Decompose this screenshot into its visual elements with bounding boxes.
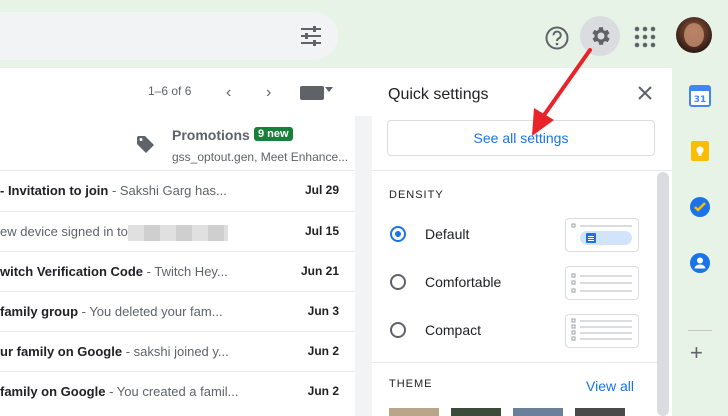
density-comfortable-label[interactable]: Comfortable: [425, 274, 501, 290]
search-bar[interactable]: [0, 12, 338, 60]
pagination-range: 1–6 of 6: [148, 84, 192, 98]
tag-icon: [137, 136, 154, 153]
email-subject: family on Google: [0, 384, 106, 399]
next-page-icon[interactable]: ›: [266, 84, 271, 102]
promotions-new-badge: 9 new: [254, 127, 293, 141]
email-snippet: - You deleted your fam...: [78, 304, 223, 319]
theme-thumbnails[interactable]: [389, 408, 649, 416]
input-tools-dropdown-icon[interactable]: [325, 87, 333, 92]
email-row[interactable]: family group - You deleted your fam... J…: [0, 291, 355, 332]
annotation-arrow-icon: [532, 48, 592, 136]
divider: [372, 362, 657, 363]
density-comfortable-preview[interactable]: [565, 266, 639, 300]
previous-page-icon[interactable]: ‹: [226, 84, 231, 102]
mail-list-scrollbar[interactable]: [355, 116, 372, 416]
email-date: Jul 29: [304, 183, 339, 197]
email-row[interactable]: witch Verification Code - Twitch Hey... …: [0, 251, 355, 292]
email-date: Jun 2: [307, 384, 339, 398]
email-date: Jun 3: [307, 304, 339, 318]
apps-grid-icon[interactable]: [634, 26, 656, 48]
email-date: Jul 15: [304, 224, 339, 238]
account-avatar[interactable]: [676, 17, 712, 53]
email-row[interactable]: - Invitation to join - Sakshi Garg has..…: [0, 170, 355, 211]
density-section-label: DENSITY: [389, 189, 444, 201]
redacted-text: [127, 224, 228, 241]
email-snippet: - Twitch Hey...: [143, 264, 228, 279]
calendar-icon[interactable]: 31: [689, 85, 711, 107]
add-addon-icon[interactable]: +: [690, 340, 703, 366]
contacts-icon[interactable]: [689, 252, 711, 274]
email-subject: ur family on Google: [0, 344, 123, 359]
email-date: Jun 2: [307, 344, 339, 358]
email-subject: witch Verification Code: [0, 264, 144, 279]
quick-settings-scrollbar[interactable]: [657, 172, 669, 416]
email-snippet: - Sakshi Garg has...: [108, 183, 227, 198]
promotions-senders: gss_optout.gen, Meet Enhance...: [172, 150, 349, 164]
email-snippet: - sakshi joined y...: [122, 344, 229, 359]
email-snippet: ew device signed in to: [0, 224, 128, 239]
search-options-icon[interactable]: [300, 26, 322, 46]
email-row[interactable]: ur family on Google - sakshi joined y...…: [0, 331, 355, 372]
email-row[interactable]: ew device signed in to Jul 15: [0, 211, 355, 252]
density-comfortable-radio[interactable]: [390, 274, 406, 290]
density-default-preview[interactable]: [565, 218, 639, 252]
density-default-label[interactable]: Default: [425, 226, 469, 242]
keyboard-icon[interactable]: [300, 86, 324, 100]
keep-icon[interactable]: [689, 140, 711, 162]
theme-section-label: THEME: [389, 378, 433, 390]
divider: [372, 170, 672, 171]
tasks-icon[interactable]: [689, 196, 711, 218]
email-date: Jun 21: [300, 264, 339, 278]
density-compact-preview[interactable]: [565, 314, 639, 348]
svg-text:31: 31: [694, 95, 707, 105]
email-subject: - Invitation to join: [0, 183, 109, 198]
close-icon[interactable]: [636, 84, 654, 102]
email-subject: family group: [0, 304, 79, 319]
quick-settings-title: Quick settings: [388, 86, 489, 103]
view-all-themes-link[interactable]: View all: [586, 378, 634, 394]
email-row[interactable]: family on Google - You created a famil..…: [0, 371, 355, 412]
density-default-radio[interactable]: [390, 226, 406, 242]
density-compact-label[interactable]: Compact: [425, 322, 481, 338]
divider: [688, 330, 712, 331]
density-compact-radio[interactable]: [390, 322, 406, 338]
email-snippet: - You created a famil...: [105, 384, 239, 399]
promotions-title[interactable]: Promotions: [172, 127, 250, 143]
